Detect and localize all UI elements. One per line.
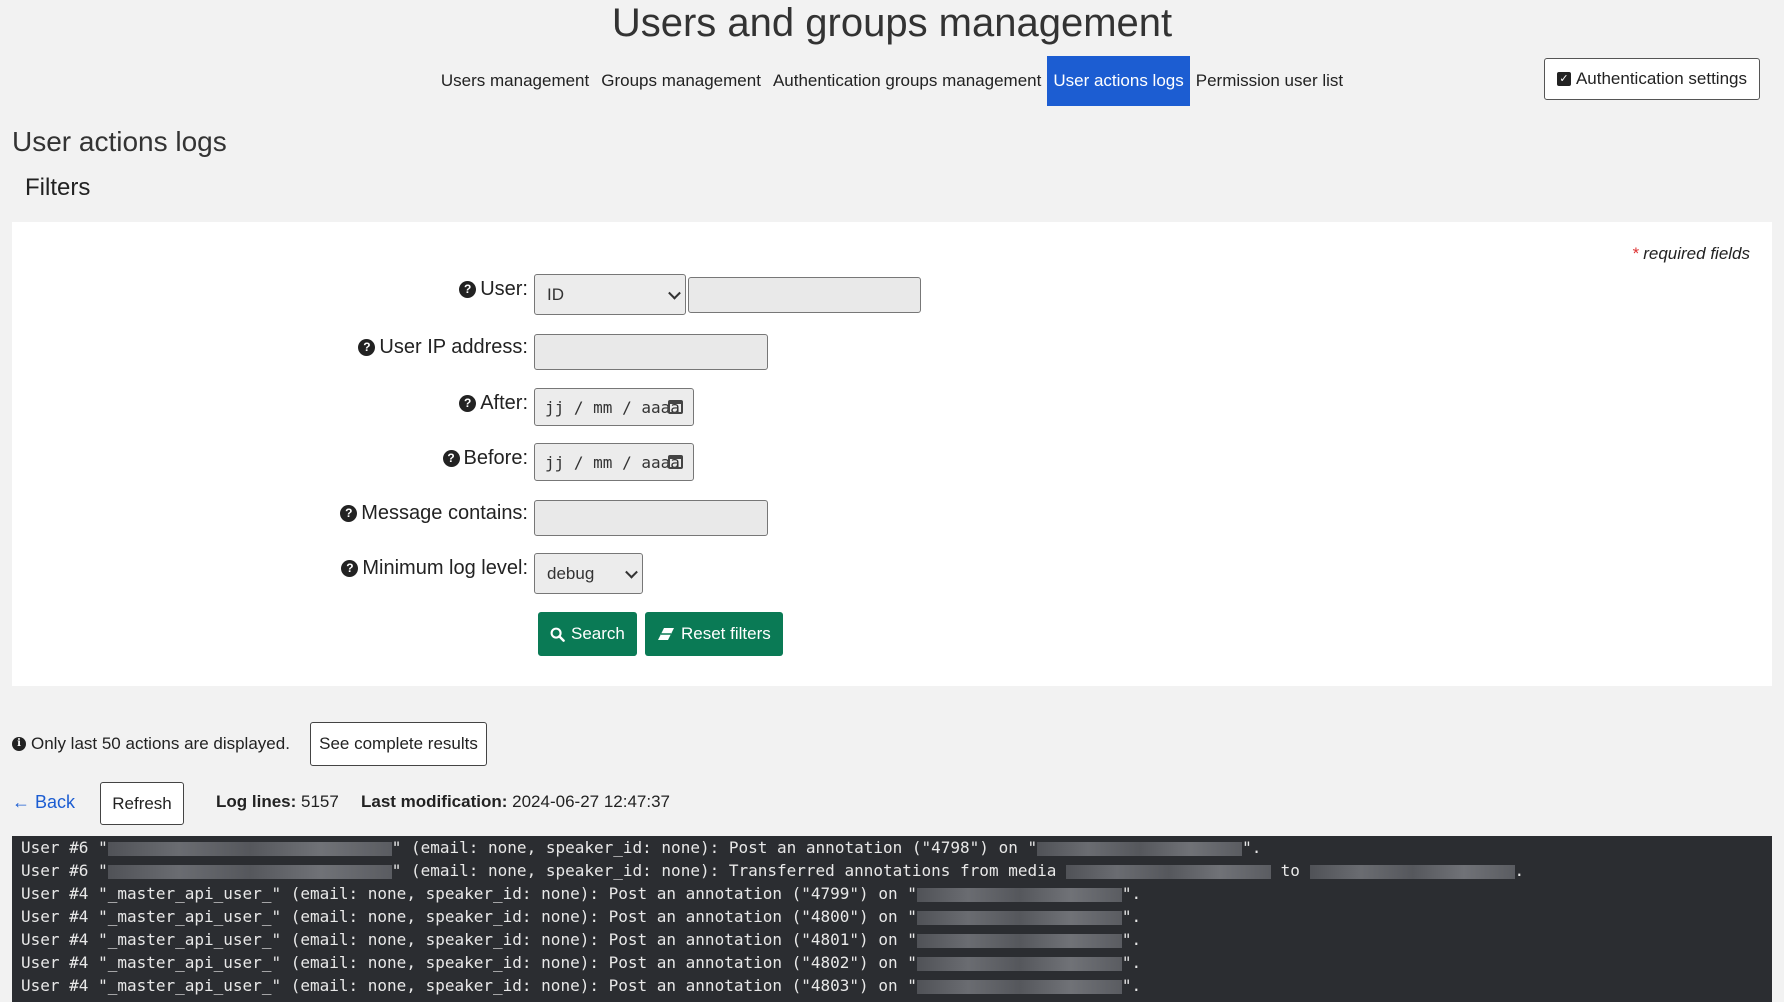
last-modification-info: Last modification: 2024-06-27 12:47:37 [361,792,670,812]
log-output: User #6 " " (email: none, speaker_id: non… [12,836,1772,1002]
nav-tabs: Users management Groups management Authe… [0,56,1784,106]
tab-authentication-groups-management[interactable]: Authentication groups management [767,56,1047,106]
log-line: User #6 " " (email: none, speaker_id: non… [21,861,1525,880]
help-icon[interactable]: ? [459,281,477,298]
calendar-icon[interactable] [668,400,683,414]
eraser-icon [658,628,674,640]
log-line: User #4 "_master_api_user_" (email: none… [21,907,1142,926]
user-value-input[interactable] [688,277,921,313]
user-row: ? User: ID [12,274,1772,315]
redacted-text [916,979,1122,994]
see-complete-results-button[interactable]: See complete results [310,722,487,766]
checkbox-icon: ✓ [1556,72,1571,86]
help-icon[interactable]: ? [459,395,477,412]
filters-panel: * required fields ? User: ID ? User IP a… [12,222,1772,686]
log-line: User #4 "_master_api_user_" (email: none… [21,884,1142,903]
last-modification-label: Last modification: [361,792,508,811]
redacted-text [916,910,1122,925]
required-fields-text: required fields [1643,244,1750,263]
authentication-settings-label: Authentication settings [1575,69,1747,88]
filters-title: Filters [25,174,91,201]
date-placeholder: jj / mm / aaaa [545,397,680,417]
refresh-button[interactable]: Refresh [100,782,184,825]
info-icon: i [12,737,26,751]
after-date-input[interactable]: jj / mm / aaaa [534,388,694,426]
log-line: User #4 "_master_api_user_" (email: none… [21,976,1142,995]
redacted-text [1037,841,1243,856]
tab-users-management[interactable]: Users management [435,56,595,106]
authentication-settings-button[interactable]: ✓ Authentication settings [1543,58,1760,100]
calendar-icon[interactable] [668,455,683,469]
redacted-text [107,841,392,856]
date-placeholder: jj / mm / aaaa [545,452,680,472]
last-modification-value: 2024-06-27 12:47:37 [512,792,670,811]
help-icon[interactable]: ? [340,505,358,522]
reset-filters-label: Reset filters [681,624,771,643]
back-link[interactable]: ← Back [12,792,75,813]
info-message: i Only last 50 actions are displayed. [12,734,290,754]
after-row: ? After: jj / mm / aaaa [12,388,1772,428]
log-lines-info: Log lines: 5157 [216,792,339,812]
user-label-text: User: [480,278,528,300]
log-lines-label: Log lines: [216,792,297,811]
ip-address-input[interactable] [534,334,768,370]
after-label-text: After: [480,392,528,414]
redacted-text [916,887,1122,902]
ip-label-text: User IP address: [379,336,528,358]
redacted-text [107,864,392,879]
user-label: ? User: [459,278,528,301]
ip-label: ? User IP address: [358,336,528,359]
page-title: Users and groups management [611,1,1173,45]
help-icon[interactable]: ? [358,339,376,356]
info-text: Only last 50 actions are displayed. [31,734,290,753]
section-title: User actions logs [12,126,227,157]
level-label-text: Minimum log level: [362,557,528,579]
required-fields-note: * required fields [1632,244,1750,264]
required-star: * [1631,244,1639,263]
log-level-select[interactable]: debug [534,553,643,594]
message-row: ? Message contains: [12,498,1772,538]
log-line: User #6 " " (email: none, speaker_id: non… [21,838,1262,857]
level-row: ? Minimum log level: debug [12,553,1772,594]
tab-groups-management[interactable]: Groups management [595,56,767,106]
message-label-text: Message contains: [361,502,528,524]
log-line: User #4 "_master_api_user_" (email: none… [21,930,1142,949]
redacted-text [1309,864,1515,879]
search-icon [550,627,565,642]
tab-user-actions-logs[interactable]: User actions logs [1047,56,1190,106]
message-contains-input[interactable] [534,500,768,536]
level-label: ? Minimum log level: [341,557,528,580]
help-icon[interactable]: ? [442,450,460,467]
log-level-value: debug [547,563,595,583]
ip-row: ? User IP address: [12,332,1772,372]
before-date-input[interactable]: jj / mm / aaaa [534,443,694,481]
log-lines-value: 5157 [301,792,339,811]
before-label-text: Before: [463,447,528,469]
redacted-text [916,933,1122,948]
user-type-value: ID [547,284,564,304]
user-type-select[interactable]: ID [534,274,686,315]
message-label: ? Message contains: [340,502,528,525]
before-row: ? Before: jj / mm / aaaa [12,443,1772,483]
redacted-text [916,956,1122,971]
chevron-down-icon [668,286,681,300]
after-label: ? After: [459,392,528,415]
chevron-down-icon [625,565,638,579]
redacted-text [1066,864,1271,879]
search-button[interactable]: Search [538,612,637,656]
reset-filters-button[interactable]: Reset filters [645,612,783,656]
log-line: User #4 "_master_api_user_" (email: none… [21,953,1142,972]
search-label: Search [571,624,625,643]
help-icon[interactable]: ? [341,560,359,577]
before-label: ? Before: [442,447,528,470]
tab-permission-user-list[interactable]: Permission user list [1190,56,1349,106]
